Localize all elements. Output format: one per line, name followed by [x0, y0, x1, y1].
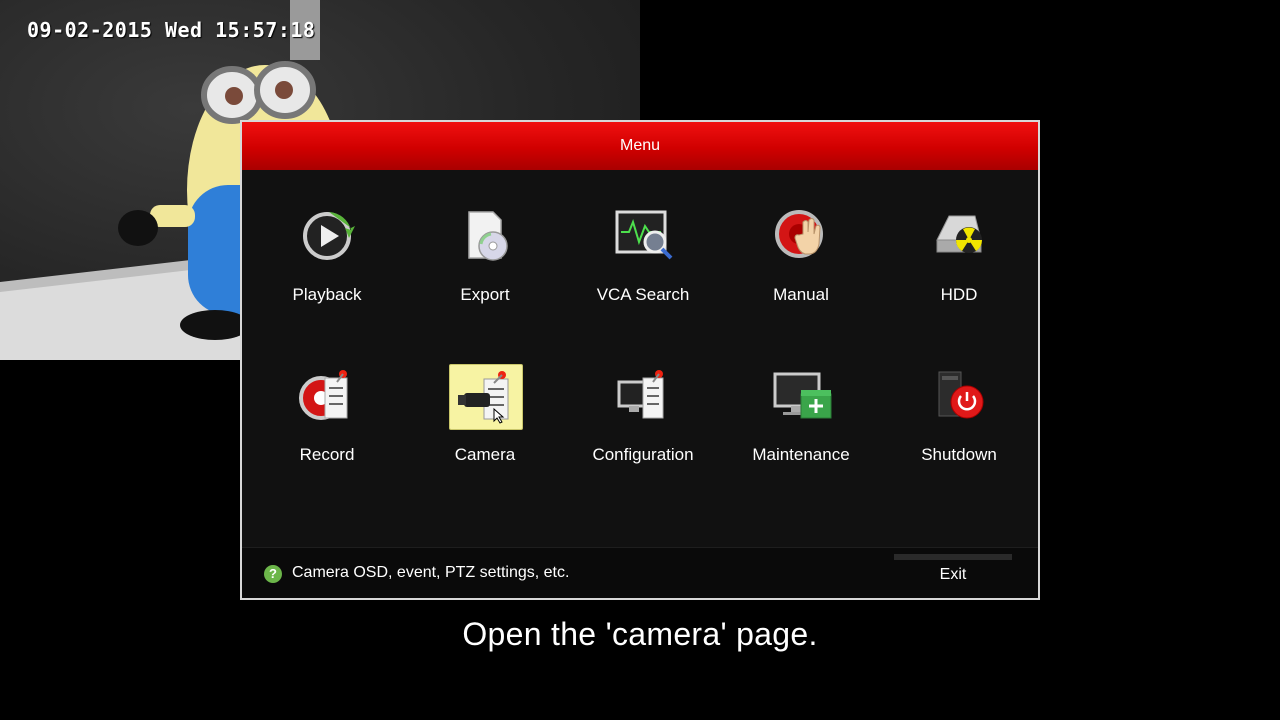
menu-item-shutdown[interactable]: Shutdown: [880, 330, 1038, 464]
playback-icon: [291, 204, 363, 268]
menu-item-label: Export: [460, 285, 510, 304]
menu-item-manual[interactable]: Manual: [722, 170, 880, 304]
menu-item-label: HDD: [940, 285, 978, 304]
osd-timestamp: 09-02-2015 Wed 15:57:18: [27, 18, 316, 42]
menu-item-label: Configuration: [592, 445, 694, 464]
record-icon: [291, 364, 363, 428]
menu-item-maintenance[interactable]: Maintenance: [722, 330, 880, 464]
camera-icon: [449, 364, 523, 430]
menu-item-label: Shutdown: [921, 445, 997, 464]
help-icon: ?: [264, 565, 282, 583]
hdd-icon: [923, 204, 995, 268]
vca-search-icon: [607, 204, 679, 268]
menu-item-label: Playback: [292, 285, 362, 304]
menu-item-camera[interactable]: Camera: [406, 330, 564, 464]
menu-item-vca-search[interactable]: VCA Search: [564, 170, 722, 304]
video-caption: Open the 'camera' page.: [462, 616, 818, 652]
menu-item-hdd[interactable]: HDD: [880, 170, 1038, 304]
status-bar: ? Camera OSD, event, PTZ settings, etc. …: [242, 547, 1038, 598]
help-text: Camera OSD, event, PTZ settings, etc.: [292, 564, 570, 581]
menu-item-record[interactable]: Record: [248, 330, 406, 464]
menu-item-label: VCA Search: [596, 285, 690, 304]
menu-item-label: Manual: [773, 285, 829, 304]
menu-item-export[interactable]: Export: [406, 170, 564, 304]
menu-item-label: Camera: [454, 445, 516, 464]
export-icon: [449, 204, 521, 268]
configuration-icon: [607, 364, 679, 428]
main-menu-window: Menu Playback Export VCA Search Manual H…: [240, 120, 1040, 600]
manual-icon: [765, 204, 837, 268]
menu-item-configuration[interactable]: Configuration: [564, 330, 722, 464]
maintenance-icon: [765, 364, 837, 428]
menu-item-label: Maintenance: [752, 445, 850, 464]
shutdown-icon: [923, 364, 995, 428]
exit-button[interactable]: Exit: [894, 554, 1012, 592]
menu-title: Menu: [242, 122, 1038, 170]
menu-item-label: Record: [299, 445, 355, 464]
menu-item-playback[interactable]: Playback: [248, 170, 406, 304]
